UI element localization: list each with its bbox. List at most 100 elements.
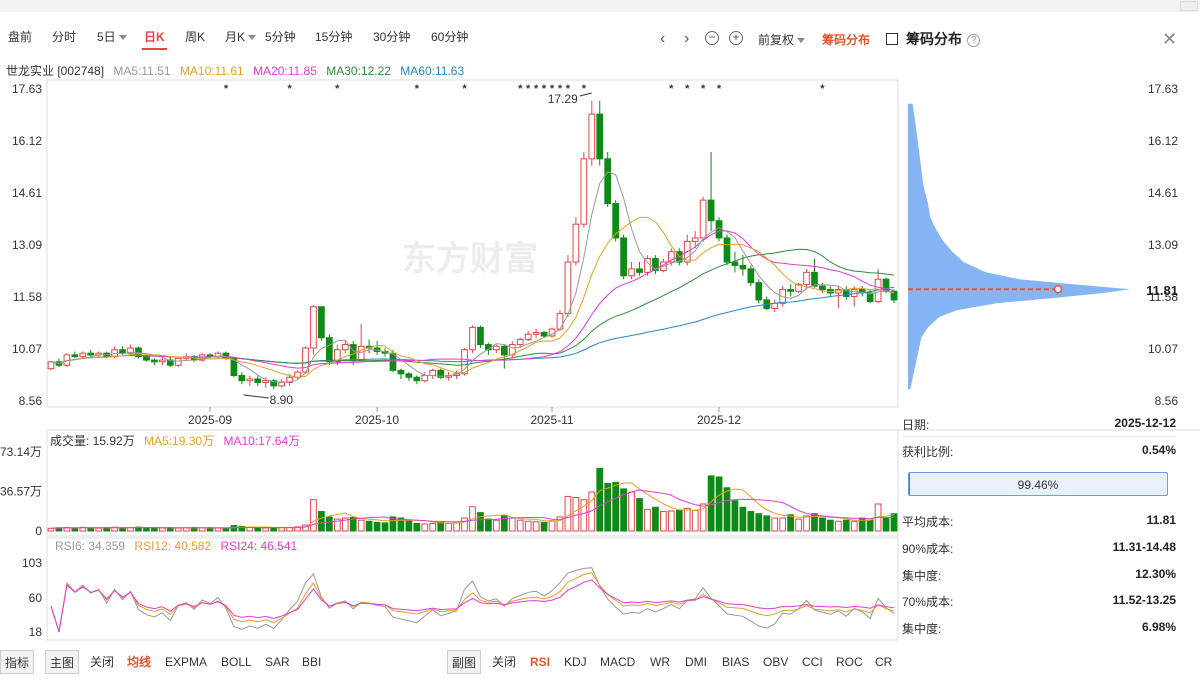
divider bbox=[902, 436, 1176, 437]
obv-button[interactable]: OBV bbox=[763, 650, 788, 674]
sub-chart-button[interactable]: 副图 bbox=[447, 650, 482, 674]
price-tick-label: 11.58 bbox=[13, 290, 42, 304]
event-marker-icon: * bbox=[685, 83, 690, 95]
event-marker-icon: * bbox=[550, 83, 555, 95]
cci-button[interactable]: CCI bbox=[802, 650, 823, 674]
candle-down bbox=[731, 261, 739, 266]
volume-bar bbox=[485, 518, 492, 532]
roc-button[interactable]: ROC bbox=[836, 650, 863, 674]
volume-bar bbox=[763, 515, 771, 532]
cr-button[interactable]: CR bbox=[875, 650, 892, 674]
volume-bar bbox=[834, 520, 842, 532]
volume-tick-label: 73.14万 bbox=[0, 445, 42, 459]
rsi-tick-label: 18 bbox=[29, 625, 43, 639]
volume-bar bbox=[787, 514, 794, 532]
volume-bar bbox=[683, 507, 691, 532]
chip-price-tick-label: 13.09 bbox=[1148, 238, 1178, 252]
candle-up bbox=[469, 326, 476, 351]
volume-bar bbox=[174, 527, 182, 532]
candle-up bbox=[699, 199, 707, 239]
boll-button[interactable]: BOLL bbox=[221, 650, 252, 674]
volume-bar bbox=[413, 522, 421, 532]
candle-up bbox=[262, 380, 270, 383]
volume-bar bbox=[644, 508, 651, 532]
rsi-chart-frame bbox=[46, 537, 899, 641]
macd-button[interactable]: MACD bbox=[600, 650, 635, 674]
conc70-label: 集中度: bbox=[902, 622, 942, 636]
volume-bar bbox=[532, 521, 540, 532]
profit-row: 获利比例: 0.54% bbox=[902, 443, 1176, 460]
date-label: 日期: bbox=[902, 418, 930, 432]
candle-up bbox=[803, 271, 810, 285]
candle-up bbox=[341, 344, 349, 351]
price-tick-label: 17.63 bbox=[12, 82, 42, 96]
volume-bar bbox=[723, 487, 731, 532]
ma-indicator-button[interactable]: 均线 bbox=[127, 650, 151, 674]
cost70-label: 70%成本: bbox=[902, 595, 954, 609]
main-chart-button[interactable]: 主图 bbox=[45, 650, 80, 674]
candle-down bbox=[397, 369, 405, 375]
avg-cost-price-tag: 11.81 bbox=[1146, 283, 1178, 298]
price-tick-label: 16.12 bbox=[12, 134, 42, 148]
candle-up bbox=[532, 332, 540, 335]
date-row: 日期: 2025-12-12 bbox=[902, 416, 1176, 433]
candle-up bbox=[421, 375, 429, 382]
cost90-row: 90%成本: 11.31-14.48 bbox=[902, 540, 1176, 557]
volume-bar bbox=[254, 527, 262, 532]
sar-button[interactable]: SAR bbox=[265, 650, 290, 674]
indicator-button[interactable]: 指标 bbox=[0, 650, 35, 674]
watermark-text: 东方财富 bbox=[402, 239, 538, 278]
chip-price-tick-label: 10.07 bbox=[1148, 342, 1178, 356]
conc90-row: 集中度: 12.30% bbox=[902, 567, 1176, 584]
candle-down bbox=[747, 268, 755, 284]
volume-tick-label: 36.57万 bbox=[0, 485, 42, 499]
sub-close-button[interactable]: 关闭 bbox=[492, 650, 516, 674]
volume-bar bbox=[198, 527, 206, 532]
expma-button[interactable]: EXPMA bbox=[165, 650, 207, 674]
event-marker-icon: * bbox=[462, 83, 467, 95]
date-tick-label: 2025-10 bbox=[355, 413, 399, 427]
candle-down bbox=[325, 337, 333, 363]
volume-bar bbox=[882, 517, 890, 532]
volume-bar bbox=[747, 511, 755, 532]
candle-up bbox=[771, 302, 779, 309]
avg-cost-value: 11.81 bbox=[1146, 513, 1176, 527]
candle-up bbox=[580, 158, 588, 225]
event-marker-icon: * bbox=[415, 83, 420, 95]
rsi24-line bbox=[50, 579, 895, 633]
price-tick-label: 14.61 bbox=[12, 186, 42, 200]
event-marker-icon: * bbox=[717, 83, 722, 95]
candle-down bbox=[151, 359, 158, 363]
kdj-button[interactable]: KDJ bbox=[564, 650, 587, 674]
candle-down bbox=[87, 352, 95, 356]
volume-bar bbox=[357, 519, 365, 532]
candle-up bbox=[310, 306, 317, 349]
volume-bar bbox=[612, 481, 620, 532]
candle-down bbox=[604, 158, 612, 205]
candle-down bbox=[739, 264, 747, 270]
event-marker-icon: * bbox=[542, 83, 547, 95]
candle-up bbox=[556, 313, 564, 330]
candle-down bbox=[413, 376, 421, 382]
rsi-button[interactable]: RSI bbox=[530, 650, 550, 674]
volume-bar bbox=[771, 517, 779, 532]
volume-bar bbox=[310, 499, 317, 532]
main-close-button[interactable]: 关闭 bbox=[90, 650, 114, 674]
event-marker-icon: * bbox=[224, 83, 229, 95]
rsi-tick-label: 60 bbox=[29, 591, 43, 605]
avg-cost-label: 平均成本: bbox=[902, 515, 954, 529]
low-annotation: 8.90 bbox=[270, 393, 294, 407]
cost70-value: 11.52-13.25 bbox=[1112, 593, 1176, 607]
bbi-button[interactable]: BBI bbox=[302, 650, 321, 674]
volume-bar bbox=[842, 519, 850, 532]
candle-up bbox=[516, 338, 524, 346]
candle-down bbox=[477, 326, 484, 346]
bias-button[interactable]: BIAS bbox=[722, 650, 749, 674]
volume-bar bbox=[318, 511, 325, 532]
volume-tick-label: 0 bbox=[35, 524, 42, 538]
volume-bar bbox=[660, 511, 667, 532]
dmi-button[interactable]: DMI bbox=[685, 650, 707, 674]
wr-button[interactable]: WR bbox=[650, 650, 670, 674]
volume-bar bbox=[755, 513, 763, 532]
volume-bar bbox=[803, 515, 810, 532]
